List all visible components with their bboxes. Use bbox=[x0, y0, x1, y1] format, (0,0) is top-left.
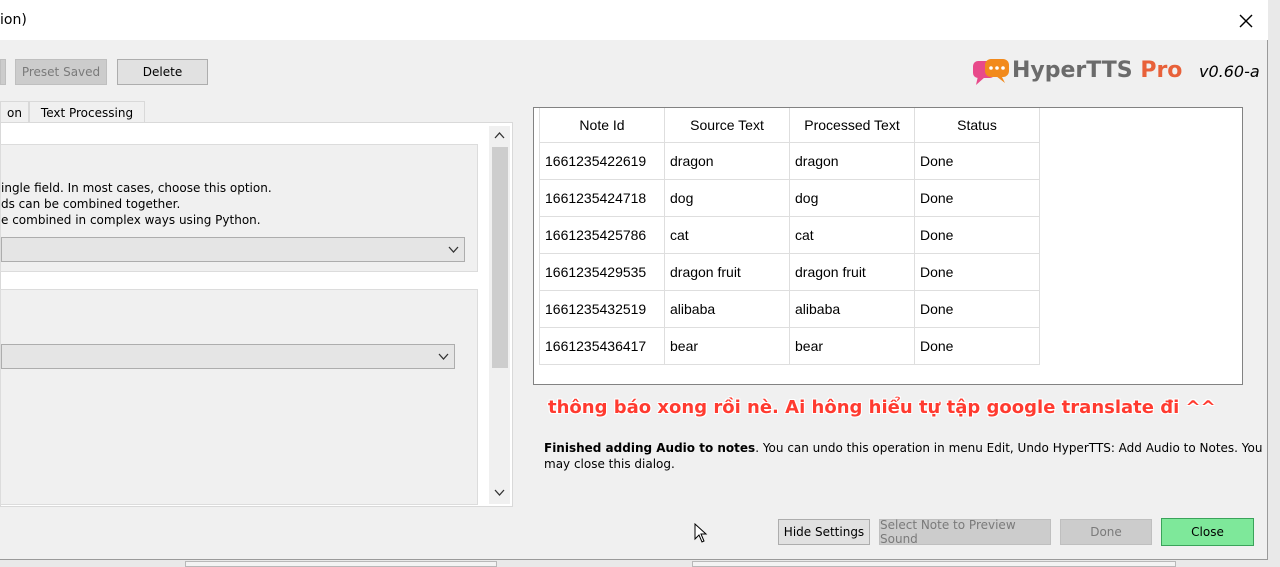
done-button[interactable]: Done bbox=[1060, 519, 1152, 545]
chevron-down-icon bbox=[448, 246, 459, 253]
target-group bbox=[0, 289, 478, 505]
status-message-rest: . You can undo this operation in menu Ed… bbox=[755, 441, 1263, 455]
dialog-window: ion) Preset Saved Delete HyperTTS Pro v0… bbox=[0, 0, 1268, 560]
tab-text-processing[interactable]: Text Processing bbox=[29, 101, 145, 123]
cell-source-text: dragon fruit bbox=[664, 252, 790, 291]
chat-bubbles-icon bbox=[973, 59, 1009, 85]
close-icon bbox=[1239, 14, 1253, 28]
status-message-bold: Finished adding Audio to notes bbox=[544, 441, 756, 455]
cell-source-text: cat bbox=[664, 215, 790, 254]
mouse-cursor-icon bbox=[694, 523, 708, 543]
cell-processed-text: alibaba bbox=[789, 289, 915, 328]
cell-processed-text: dog bbox=[789, 178, 915, 217]
overlay-annotation-text: thông báo xong rồi nè. Ai hông hiểu tự t… bbox=[548, 397, 1216, 418]
table-header-row: Note Id Source Text Processed Text Statu… bbox=[539, 108, 1040, 143]
table-row[interactable]: 1661235424718 dog dog Done bbox=[539, 178, 1040, 217]
cell-note-id: 1661235425786 bbox=[539, 215, 665, 254]
preset-saved-button[interactable]: Preset Saved bbox=[15, 59, 107, 85]
close-button[interactable]: Close bbox=[1161, 518, 1254, 546]
chevron-down-icon bbox=[438, 353, 449, 360]
table-row[interactable]: 1661235432519 alibaba alibaba Done bbox=[539, 289, 1040, 328]
option-description-2: ds can be combined together. bbox=[1, 197, 181, 211]
scrollbar-thumb[interactable] bbox=[492, 147, 508, 368]
status-message-line1: Finished adding Audio to notes. You can … bbox=[544, 441, 1262, 455]
table-row[interactable]: 1661235436417 bear bear Done bbox=[539, 326, 1040, 365]
brand-name-tts: TTS bbox=[1086, 58, 1133, 83]
cell-source-text: dog bbox=[664, 178, 790, 217]
cell-source-text: alibaba bbox=[664, 289, 790, 328]
brand-name-hyper: Hyper bbox=[1012, 58, 1087, 83]
settings-scrollbar[interactable] bbox=[489, 126, 510, 504]
window-title: ion) bbox=[0, 12, 27, 28]
cell-note-id: 1661235424718 bbox=[539, 178, 665, 217]
column-header-status[interactable]: Status bbox=[914, 108, 1040, 143]
cell-note-id: 1661235422619 bbox=[539, 141, 665, 180]
source-mode-select[interactable] bbox=[1, 237, 465, 262]
cell-status: Done bbox=[914, 141, 1040, 180]
column-header-processed-text[interactable]: Processed Text bbox=[789, 108, 915, 143]
cell-processed-text: cat bbox=[789, 215, 915, 254]
target-field-select[interactable] bbox=[1, 344, 455, 369]
cell-note-id: 1661235429535 bbox=[539, 252, 665, 291]
title-bar: ion) bbox=[0, 0, 1268, 40]
brand-name-pro: Pro bbox=[1140, 58, 1183, 83]
background-window-fragment bbox=[185, 561, 497, 567]
source-group: ingle field. In most cases, choose this … bbox=[0, 144, 478, 272]
background-window-fragment bbox=[692, 561, 1176, 567]
option-description-3: e combined in complex ways using Python. bbox=[1, 213, 261, 227]
preset-left-button[interactable] bbox=[0, 59, 6, 85]
results-table: Note Id Source Text Processed Text Statu… bbox=[539, 108, 1040, 365]
cell-status: Done bbox=[914, 215, 1040, 254]
tab-configuration[interactable]: on bbox=[0, 101, 29, 123]
scroll-down-arrow-icon[interactable] bbox=[494, 489, 505, 497]
cell-processed-text: dragon bbox=[789, 141, 915, 180]
cell-status: Done bbox=[914, 178, 1040, 217]
cell-status: Done bbox=[914, 326, 1040, 365]
cell-source-text: bear bbox=[664, 326, 790, 365]
results-table-panel: Note Id Source Text Processed Text Statu… bbox=[533, 107, 1243, 385]
cell-note-id: 1661235432519 bbox=[539, 289, 665, 328]
cell-processed-text: dragon fruit bbox=[789, 252, 915, 291]
column-header-source-text[interactable]: Source Text bbox=[664, 108, 790, 143]
cell-status: Done bbox=[914, 289, 1040, 328]
version-label: v0.60-a bbox=[1199, 62, 1260, 81]
preview-sound-button[interactable]: Select Note to Preview Sound bbox=[879, 518, 1051, 546]
hide-settings-button[interactable]: Hide Settings bbox=[778, 519, 870, 545]
scroll-up-arrow-icon[interactable] bbox=[494, 131, 505, 139]
settings-panel: ingle field. In most cases, choose this … bbox=[0, 122, 513, 507]
window-close-button[interactable] bbox=[1232, 8, 1260, 34]
table-row[interactable]: 1661235429535 dragon fruit dragon fruit … bbox=[539, 252, 1040, 291]
option-description-1: ingle field. In most cases, choose this … bbox=[1, 181, 272, 195]
cell-status: Done bbox=[914, 252, 1040, 291]
column-header-note-id[interactable]: Note Id bbox=[539, 108, 665, 143]
status-message-line2: may close this dialog. bbox=[544, 457, 675, 471]
cell-processed-text: bear bbox=[789, 326, 915, 365]
table-row[interactable]: 1661235425786 cat cat Done bbox=[539, 215, 1040, 254]
delete-button[interactable]: Delete bbox=[117, 59, 208, 85]
hypertts-logo: HyperTTS Pro v0.60-a bbox=[972, 56, 1262, 90]
cell-source-text: dragon bbox=[664, 141, 790, 180]
cell-note-id: 1661235436417 bbox=[539, 326, 665, 365]
table-row[interactable]: 1661235422619 dragon dragon Done bbox=[539, 141, 1040, 180]
